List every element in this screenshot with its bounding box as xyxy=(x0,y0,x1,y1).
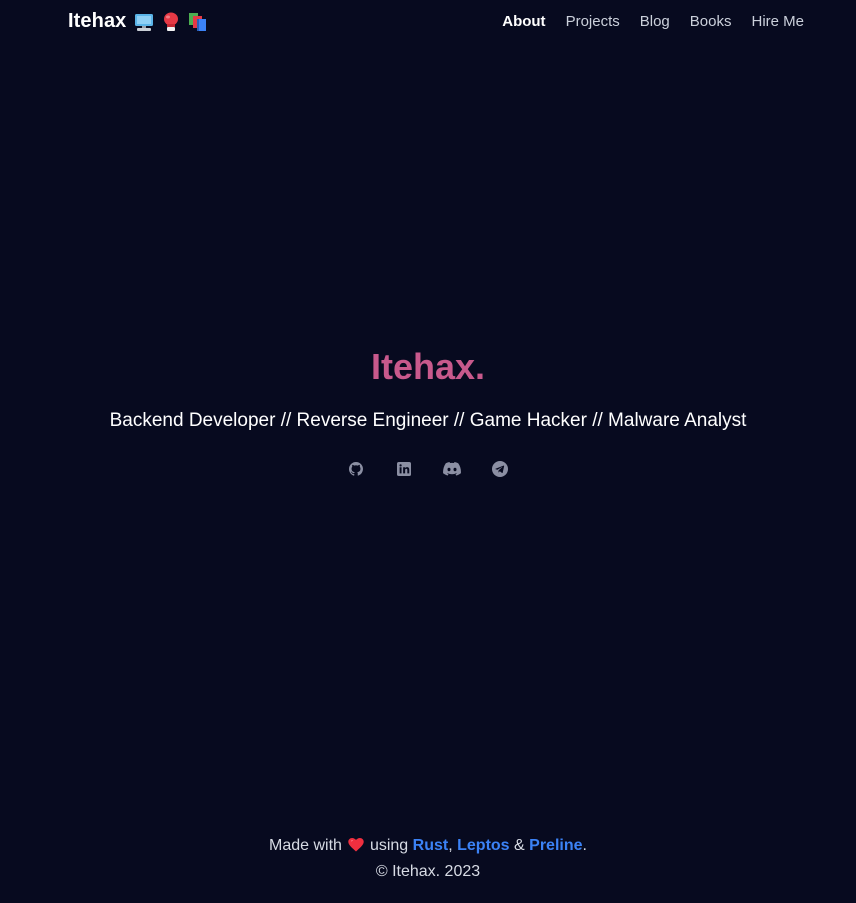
hero-subtitle: Backend Developer // Reverse Engineer //… xyxy=(109,410,747,431)
telegram-icon xyxy=(492,461,508,477)
site-footer: Made with using Rust, Leptos & Preline. ©… xyxy=(0,834,856,884)
copyright: © Itehax. 2023 xyxy=(375,863,481,880)
preline-link[interactable]: Preline xyxy=(529,837,582,854)
github-icon xyxy=(349,462,363,476)
desktop-computer-icon xyxy=(134,12,154,32)
footer-made-with: Made with xyxy=(269,837,342,854)
footer-credits: Made with using Rust, Leptos & Preline. xyxy=(0,834,856,860)
hero-section: Itehax. Backend Developer // Reverse Eng… xyxy=(0,345,856,481)
footer-ampersand: & xyxy=(514,837,525,854)
brand-link[interactable]: Itehax xyxy=(68,10,208,33)
github-link[interactable] xyxy=(344,457,368,481)
footer-comma: , xyxy=(448,837,453,854)
brand-name: Itehax xyxy=(68,10,127,32)
boxing-glove-icon xyxy=(162,12,180,32)
nav-hire-me[interactable]: Hire Me xyxy=(751,13,804,30)
main-nav: About Projects Blog Books Hire Me xyxy=(502,13,804,30)
linkedin-icon xyxy=(397,462,411,476)
hero-title: Itehax. xyxy=(370,346,486,387)
footer-using: using xyxy=(369,837,409,854)
site-header: Itehax About Projects Blog Books Hire Me xyxy=(0,0,856,44)
linkedin-link[interactable] xyxy=(392,457,416,481)
nav-blog[interactable]: Blog xyxy=(640,13,670,30)
nav-projects[interactable]: Projects xyxy=(566,13,620,30)
leptos-link[interactable]: Leptos xyxy=(457,837,509,854)
discord-icon xyxy=(443,462,461,476)
rust-link[interactable]: Rust xyxy=(413,837,449,854)
footer-period: . xyxy=(582,837,587,854)
social-links xyxy=(0,457,856,481)
books-icon xyxy=(188,12,208,32)
page: Itehax About Projects Blog Books Hire Me… xyxy=(0,0,856,903)
discord-link[interactable] xyxy=(440,457,464,481)
nav-books[interactable]: Books xyxy=(690,13,732,30)
heart-icon xyxy=(348,836,364,860)
brand-icons xyxy=(134,12,208,32)
telegram-link[interactable] xyxy=(488,457,512,481)
nav-about[interactable]: About xyxy=(502,13,545,30)
